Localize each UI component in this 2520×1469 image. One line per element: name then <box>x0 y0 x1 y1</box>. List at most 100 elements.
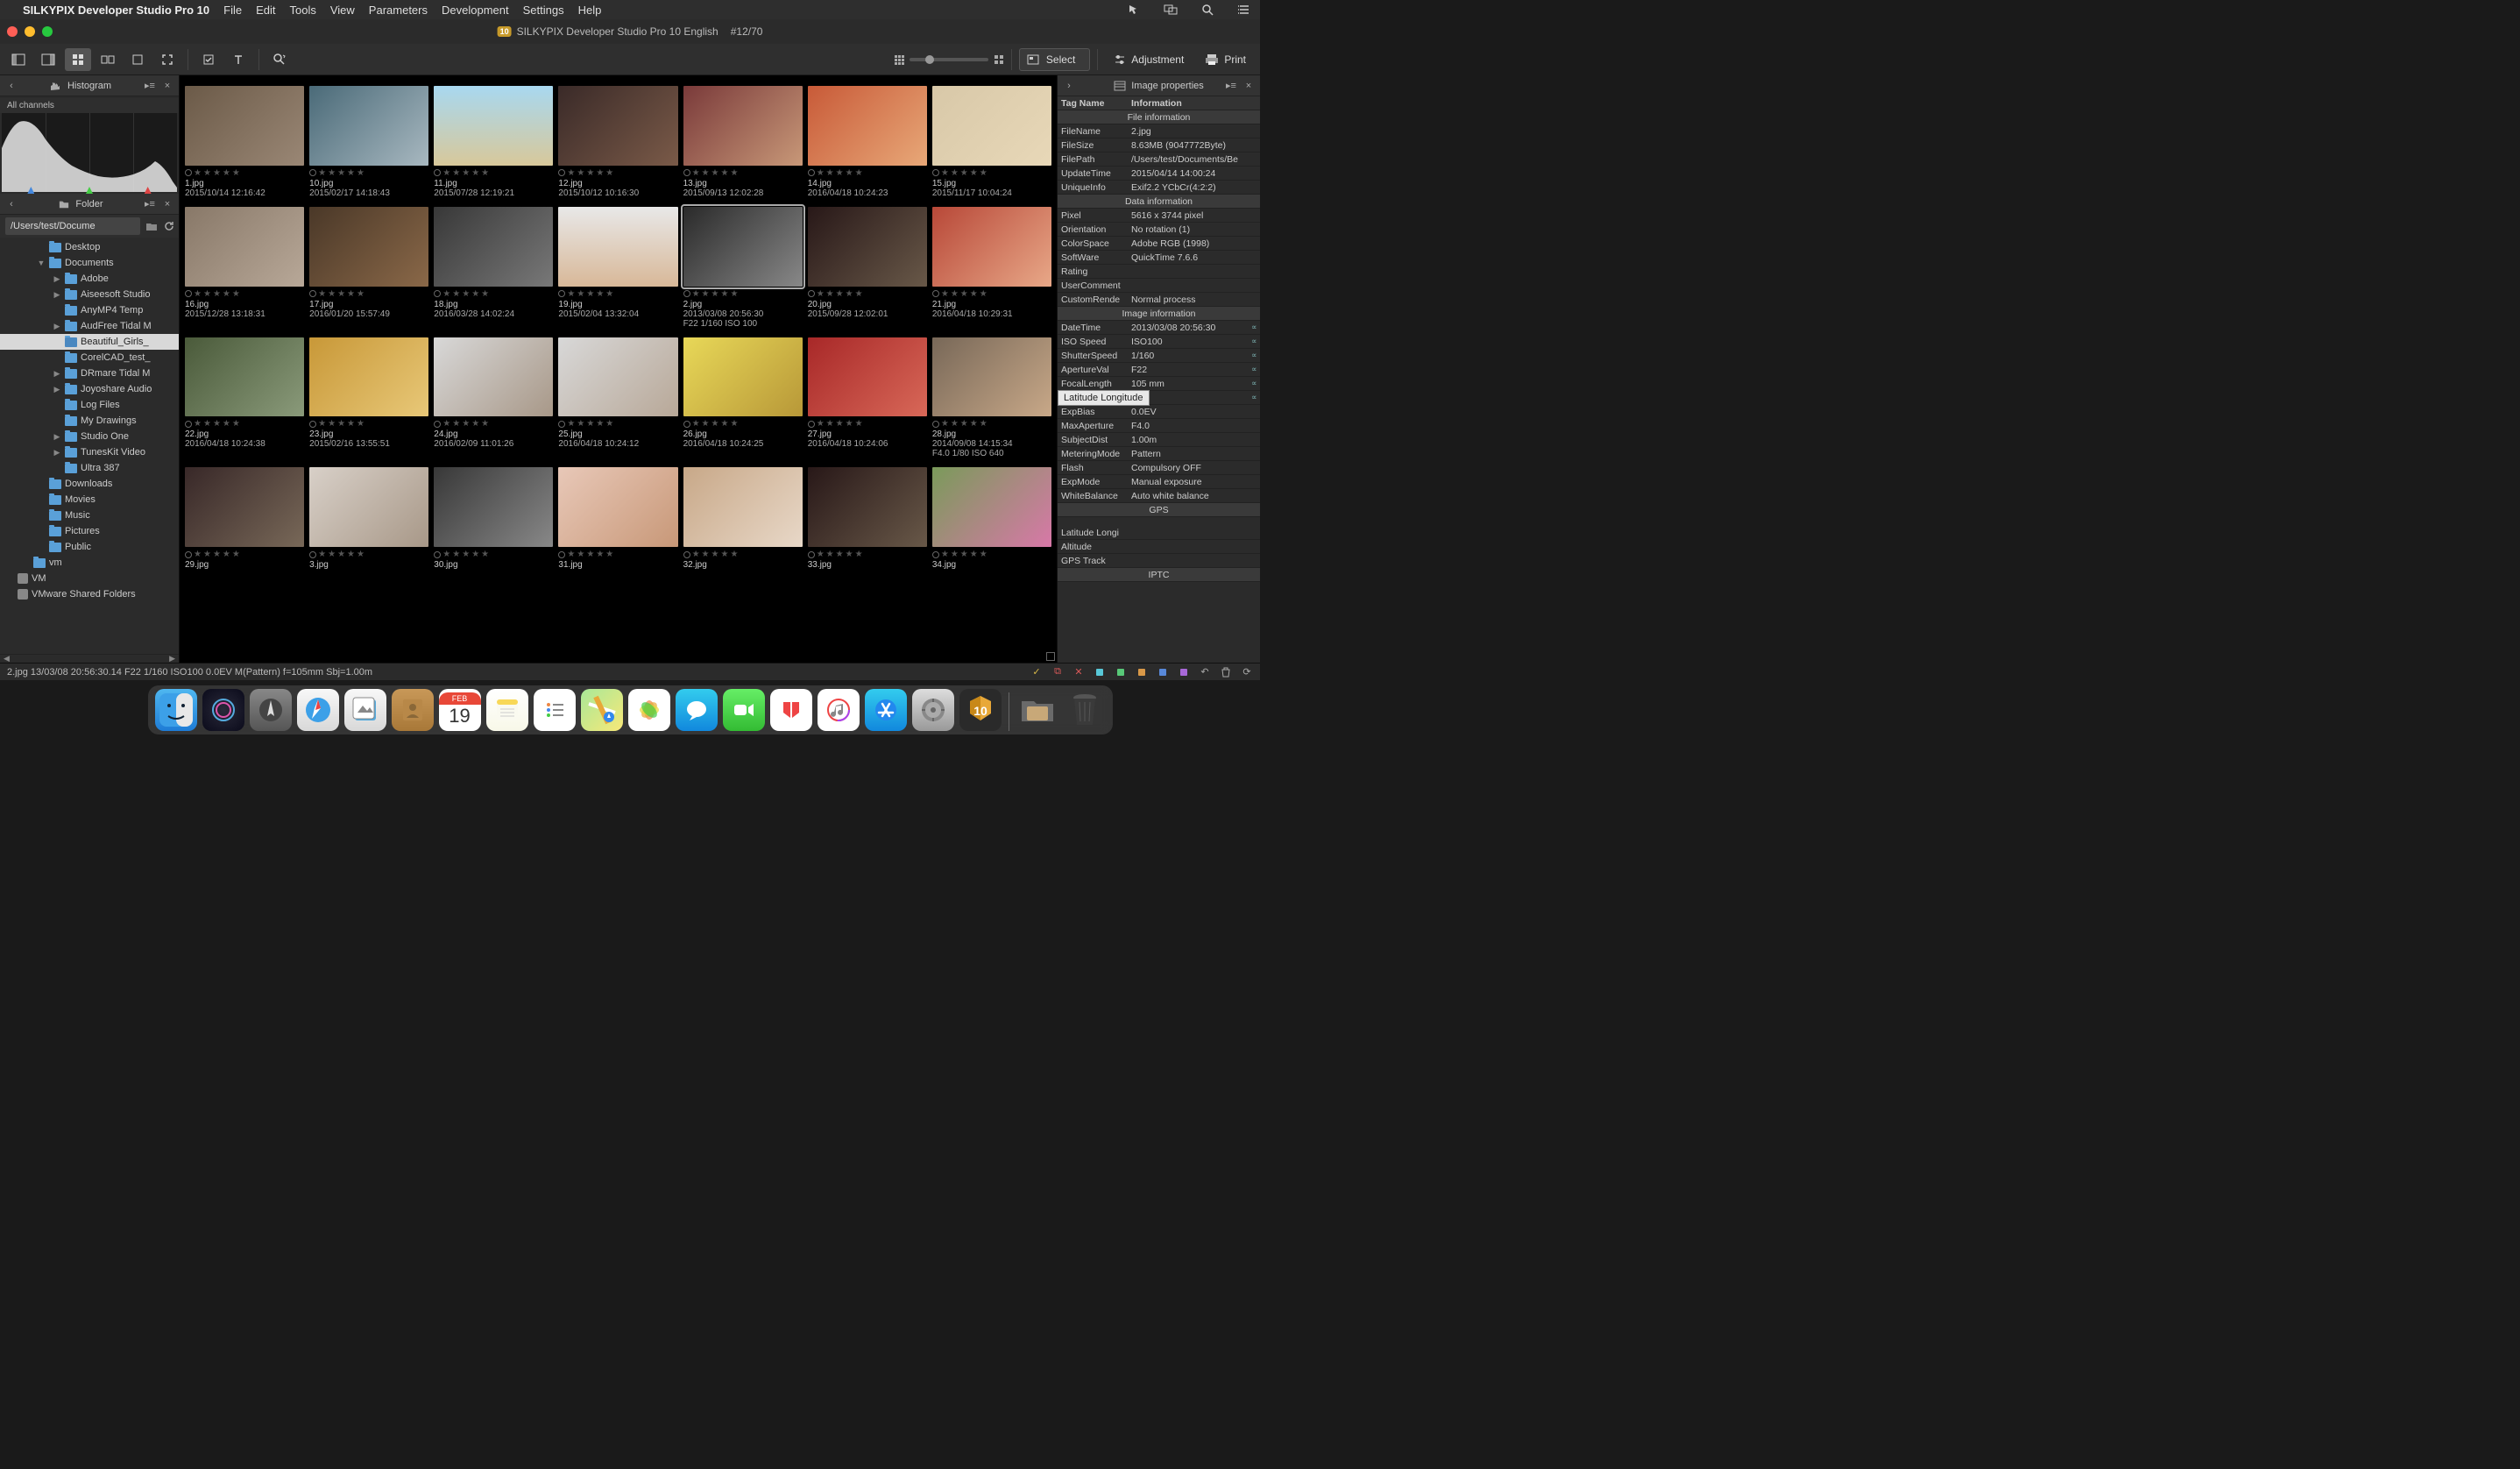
chevron-left-icon[interactable]: ‹ <box>5 198 18 210</box>
menu-help[interactable]: Help <box>578 4 602 17</box>
close-icon[interactable]: × <box>161 198 173 210</box>
rating-row[interactable]: ★★★★★ <box>309 550 428 559</box>
thumbnail[interactable]: ★★★★★27.jpg2016/04/18 10:24:06 <box>808 337 927 459</box>
thumbnail[interactable]: ★★★★★18.jpg2016/03/28 14:02:24 <box>434 207 553 329</box>
trash-icon[interactable] <box>1220 666 1232 678</box>
chevron-right-icon[interactable]: ▶ <box>169 654 175 664</box>
thumbnail[interactable]: ★★★★★20.jpg2015/09/28 12:02:01 <box>808 207 927 329</box>
thumbnail[interactable]: ★★★★★16.jpg2015/12/28 13:18:31 <box>185 207 304 329</box>
thumbnail[interactable]: ★★★★★12.jpg2015/10/12 10:16:30 <box>558 86 677 198</box>
rating-row[interactable]: ★★★★★ <box>434 168 553 178</box>
slider-knob[interactable] <box>925 55 934 64</box>
tree-node[interactable]: ▶TunesKit Video <box>0 444 179 460</box>
rating-row[interactable]: ★★★★★ <box>808 289 927 299</box>
menu-file[interactable]: File <box>223 4 242 17</box>
print-button[interactable]: Print <box>1196 48 1255 71</box>
dock-news[interactable] <box>770 689 812 731</box>
menu-settings[interactable]: Settings <box>523 4 564 17</box>
thumbnail[interactable]: ★★★★★14.jpg2016/04/18 10:24:23 <box>808 86 927 198</box>
color-cyan-icon[interactable] <box>1094 666 1106 678</box>
thumbnail[interactable]: ★★★★★24.jpg2016/02/09 11:01:26 <box>434 337 553 459</box>
dock-safari[interactable] <box>297 689 339 731</box>
menu-tools[interactable]: Tools <box>289 4 315 17</box>
thumbnail[interactable]: ★★★★★19.jpg2015/02/04 13:32:04 <box>558 207 677 329</box>
sync-icon[interactable]: ⟳ <box>1241 666 1253 678</box>
tree-node[interactable]: Public <box>0 539 179 555</box>
thumbnail[interactable]: ★★★★★17.jpg2016/01/20 15:57:49 <box>309 207 428 329</box>
tree-node[interactable]: ▶AudFree Tidal M <box>0 318 179 334</box>
rating-row[interactable]: ★★★★★ <box>558 289 677 299</box>
rating-row[interactable]: ★★★★★ <box>309 419 428 429</box>
minimize-button[interactable] <box>25 26 35 37</box>
slider-track[interactable] <box>910 58 988 61</box>
dock-appstore[interactable] <box>865 689 907 731</box>
rotate-ccw-icon[interactable]: ↶ <box>1199 666 1211 678</box>
channels-label[interactable]: All channels <box>0 98 179 113</box>
tree-node[interactable]: ▶Studio One <box>0 429 179 444</box>
folder-browse-icon[interactable] <box>145 218 158 234</box>
single-view-button[interactable] <box>124 48 151 71</box>
panel-menu-icon[interactable]: ▸≡ <box>1225 80 1237 92</box>
tree-node[interactable]: AnyMP4 Temp <box>0 302 179 318</box>
rating-row[interactable]: ★★★★★ <box>434 289 553 299</box>
close-icon[interactable]: × <box>161 80 173 92</box>
rating-row[interactable]: ★★★★★ <box>808 168 927 178</box>
color-orange-icon[interactable] <box>1136 666 1148 678</box>
panel-menu-icon[interactable]: ▸≡ <box>144 198 156 210</box>
dock-reminders[interactable] <box>534 689 576 731</box>
dock-calendar[interactable]: FEB19 <box>439 689 481 731</box>
tree-node[interactable]: Log Files <box>0 397 179 413</box>
thumbnail-grid[interactable]: ★★★★★1.jpg2015/10/14 12:16:42★★★★★10.jpg… <box>180 75 1057 663</box>
rating-row[interactable]: ★★★★★ <box>558 419 677 429</box>
thumbnail[interactable]: ★★★★★21.jpg2016/04/18 10:29:31 <box>932 207 1051 329</box>
chevron-left-icon[interactable]: ‹ <box>5 80 18 92</box>
thumbnail-size-slider[interactable] <box>894 54 1004 65</box>
thumbnail[interactable]: ★★★★★10.jpg2015/02/17 14:18:43 <box>309 86 428 198</box>
thumbnail[interactable]: ★★★★★34.jpg <box>932 467 1051 570</box>
chevron-right-icon[interactable]: › <box>1063 80 1075 92</box>
rating-row[interactable]: ★★★★★ <box>683 419 803 429</box>
tree-node[interactable]: ▶DRmare Tidal M <box>0 365 179 381</box>
dock-finder[interactable] <box>155 689 197 731</box>
rating-row[interactable]: ★★★★★ <box>808 550 927 559</box>
close-button[interactable] <box>7 26 18 37</box>
zoom-tool-button[interactable] <box>266 48 293 71</box>
grid-view-button[interactable] <box>65 48 91 71</box>
menu-development[interactable]: Development <box>442 4 509 17</box>
tree-node[interactable]: vm <box>0 555 179 571</box>
dock-siri[interactable] <box>202 689 244 731</box>
cursor-icon[interactable] <box>1127 3 1141 17</box>
refresh-icon[interactable] <box>163 218 175 234</box>
menu-parameters[interactable]: Parameters <box>369 4 428 17</box>
select-dropdown[interactable]: Select <box>1019 48 1090 71</box>
thumbnail[interactable]: ★★★★★2.jpg2013/03/08 20:56:30F22 1/160 I… <box>683 207 803 329</box>
rating-row[interactable]: ★★★★★ <box>683 168 803 178</box>
rating-row[interactable]: ★★★★★ <box>434 550 553 559</box>
thumbnail[interactable]: ★★★★★1.jpg2015/10/14 12:16:42 <box>185 86 304 198</box>
dock-messages[interactable] <box>676 689 718 731</box>
folder-tree[interactable]: Desktop▼Documents▶Adobe▶Aiseesoft Studio… <box>0 238 179 654</box>
dock-silkypix[interactable]: 10 <box>959 689 1002 731</box>
rating-row[interactable]: ★★★★★ <box>932 289 1051 299</box>
rating-row[interactable]: ★★★★★ <box>558 168 677 178</box>
tree-node[interactable]: VM <box>0 571 179 586</box>
tree-node[interactable]: ▶Adobe <box>0 271 179 287</box>
tree-node[interactable]: Ultra 387 <box>0 460 179 476</box>
tree-node[interactable]: Desktop <box>0 239 179 255</box>
tree-node[interactable]: Movies <box>0 492 179 507</box>
thumbnail[interactable]: ★★★★★32.jpg <box>683 467 803 570</box>
chevron-left-icon[interactable]: ◀ <box>4 654 10 664</box>
menu-view[interactable]: View <box>330 4 355 17</box>
tree-node[interactable]: CorelCAD_test_ <box>0 350 179 365</box>
dock-music[interactable] <box>818 689 860 731</box>
rating-row[interactable]: ★★★★★ <box>558 550 677 559</box>
dock-notes[interactable] <box>486 689 528 731</box>
rating-row[interactable]: ★★★★★ <box>683 550 803 559</box>
rating-row[interactable]: ★★★★★ <box>309 289 428 299</box>
close-icon[interactable]: × <box>1242 80 1255 92</box>
dock-launchpad[interactable] <box>250 689 292 731</box>
dock-photos[interactable] <box>628 689 670 731</box>
thumbnail[interactable]: ★★★★★15.jpg2015/11/17 10:04:24 <box>932 86 1051 198</box>
tree-node[interactable]: ▶Aiseesoft Studio <box>0 287 179 302</box>
tree-node[interactable]: VMware Shared Folders <box>0 586 179 602</box>
